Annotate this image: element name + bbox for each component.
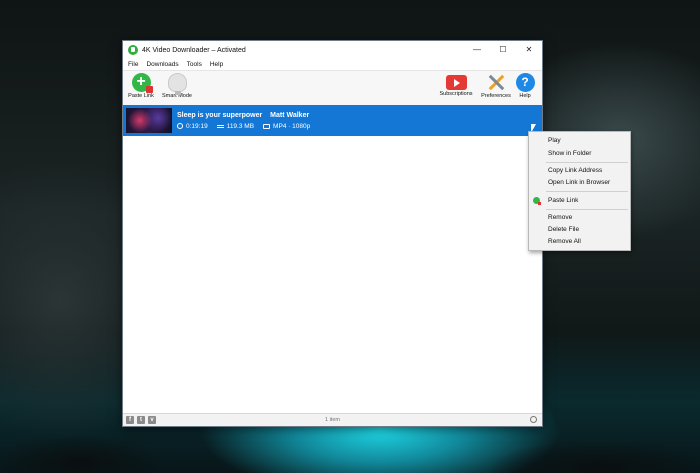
subscriptions-label: Subscriptions bbox=[439, 91, 473, 97]
title-bar[interactable]: 4K Video Downloader – Activated — ☐ ✕ bbox=[123, 41, 542, 59]
ctx-show-in-folder[interactable]: Show in Folder bbox=[548, 150, 591, 157]
menu-downloads[interactable]: Downloads bbox=[146, 61, 178, 68]
window-controls: — ☐ ✕ bbox=[464, 41, 542, 59]
smart-mode-button[interactable]: Smart Mode bbox=[160, 73, 194, 99]
maximize-button[interactable]: ☐ bbox=[490, 41, 516, 59]
video-thumbnail bbox=[126, 108, 172, 133]
context-menu: Play Show in Folder Copy Link Address Op… bbox=[528, 131, 631, 251]
help-icon: ? bbox=[515, 73, 535, 92]
menu-tools[interactable]: Tools bbox=[187, 61, 202, 68]
ctx-remove[interactable]: Remove bbox=[548, 214, 572, 221]
help-label: Help bbox=[519, 93, 531, 99]
lightbulb-icon bbox=[167, 73, 187, 95]
ctx-copy-link-address[interactable]: Copy Link Address bbox=[548, 167, 602, 174]
menu-file[interactable]: File bbox=[128, 61, 138, 68]
preferences-label: Preferences bbox=[481, 93, 511, 99]
app-logo-icon bbox=[128, 45, 138, 55]
paste-link-button[interactable]: Paste Link bbox=[124, 72, 158, 99]
video-author: Matt Walker bbox=[270, 111, 310, 119]
item-count: 1 item bbox=[325, 417, 340, 423]
subscriptions-button[interactable]: Subscriptions bbox=[437, 73, 475, 97]
paste-link-icon bbox=[533, 197, 541, 205]
preferences-button[interactable]: Preferences bbox=[479, 73, 513, 99]
ctx-delete-file[interactable]: Delete File bbox=[548, 226, 579, 233]
downloads-list: Sleep is your superpower Matt Walker 0:1… bbox=[123, 105, 542, 414]
help-button[interactable]: ? Help bbox=[513, 73, 537, 99]
download-row[interactable]: Sleep is your superpower Matt Walker 0:1… bbox=[123, 105, 542, 136]
ctx-separator bbox=[546, 209, 628, 210]
ctx-open-link-in-browser[interactable]: Open Link in Browser bbox=[548, 179, 610, 186]
ctx-play[interactable]: Play bbox=[548, 137, 561, 144]
toolbar: Paste Link Smart Mode Subscriptions Pref… bbox=[123, 70, 542, 106]
ctx-remove-all[interactable]: Remove All bbox=[548, 238, 581, 245]
video-format: MP4 · 1080p bbox=[273, 122, 311, 130]
paste-link-icon bbox=[131, 72, 153, 93]
file-size: 119.3 MB bbox=[226, 122, 255, 130]
video-title: Sleep is your superpower bbox=[177, 111, 263, 119]
video-duration: 0:19:19 bbox=[186, 122, 208, 130]
ctx-separator bbox=[546, 162, 628, 163]
app-window: 4K Video Downloader – Activated — ☐ ✕ Fi… bbox=[122, 40, 543, 427]
video-format-icon bbox=[263, 123, 271, 129]
ctx-separator bbox=[546, 191, 628, 192]
menu-help[interactable]: Help bbox=[210, 61, 223, 68]
tools-icon bbox=[487, 73, 506, 92]
paste-link-label: Paste Link bbox=[128, 93, 154, 99]
menu-bar: File Downloads Tools Help bbox=[123, 59, 542, 70]
minimize-button[interactable]: — bbox=[464, 41, 490, 59]
clock-icon bbox=[177, 123, 183, 129]
close-button[interactable]: ✕ bbox=[516, 41, 542, 59]
subscriptions-icon bbox=[445, 75, 467, 90]
ctx-paste-link[interactable]: Paste Link bbox=[548, 197, 578, 204]
file-size-icon bbox=[216, 124, 224, 128]
globe-icon[interactable] bbox=[530, 416, 537, 423]
window-title: 4K Video Downloader – Activated bbox=[142, 46, 246, 54]
status-bar: f t v 1 item bbox=[123, 413, 542, 426]
